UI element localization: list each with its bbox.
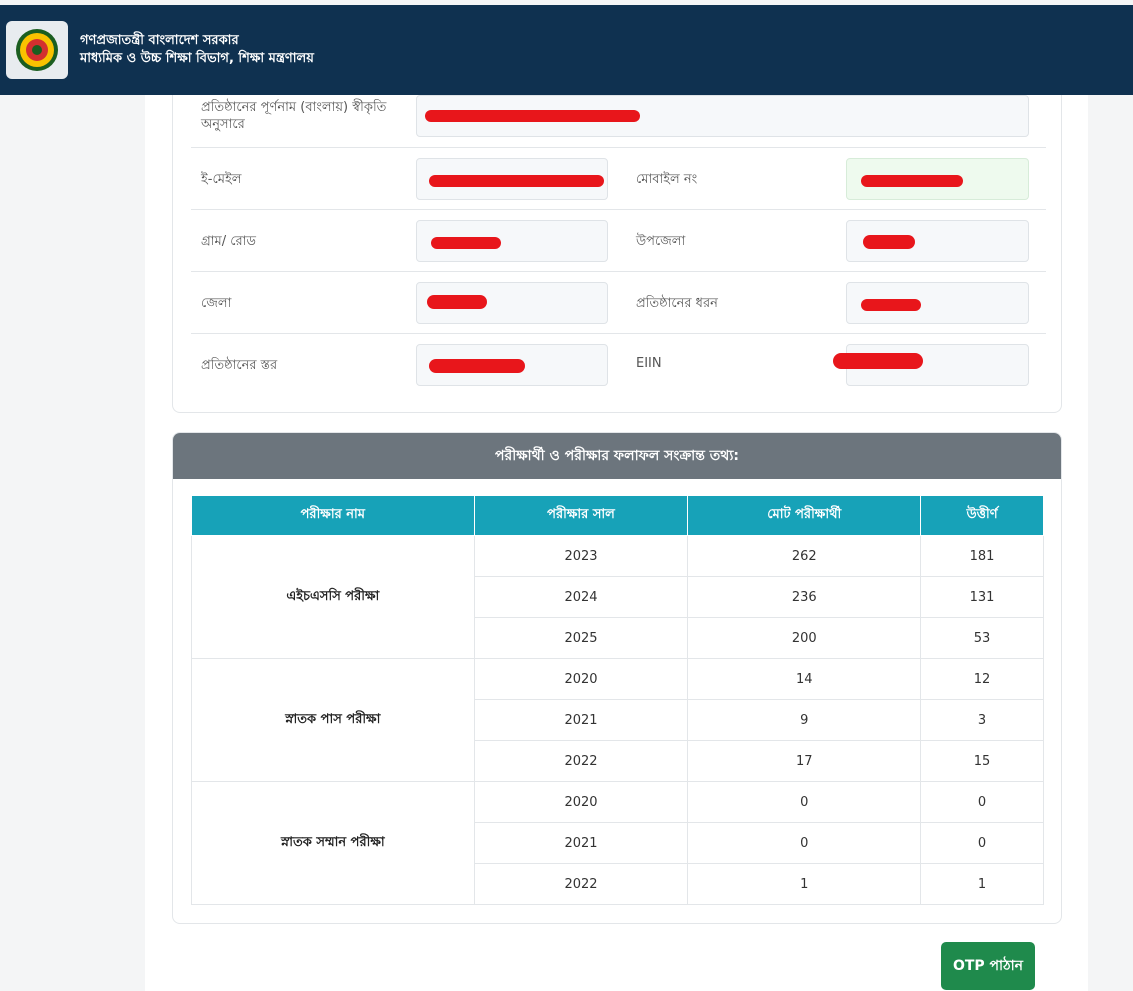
passed-count: 0: [920, 822, 1044, 864]
full-name-label: প্রতিষ্ঠানের পূর্ণনাম (বাংলায়) স্বীকৃতি…: [201, 100, 387, 132]
table-row: এইচএসসি পরীক্ষা 2023 262 181: [191, 535, 1044, 659]
exam-year: 2021: [473, 699, 689, 741]
header-title-line1: গণপ্রজাতন্ত্রী বাংলাদেশ সরকার: [80, 33, 239, 48]
redaction-mark: [427, 295, 487, 309]
mobile-field[interactable]: [846, 158, 1029, 200]
redaction-mark: [861, 175, 963, 187]
bangladesh-govt-seal-icon: [16, 29, 58, 71]
row-district-type: জেলা প্রতিষ্ঠানের ধরন: [191, 271, 1046, 333]
village-label: গ্রাম/ রোড: [201, 234, 257, 249]
upazila-field[interactable]: [846, 220, 1029, 262]
passed-count: 15: [920, 740, 1044, 782]
passed-count: 1: [920, 863, 1044, 905]
type-field[interactable]: [846, 282, 1029, 324]
district-field[interactable]: [416, 282, 608, 324]
exam-name: স্নাতক সম্মান পরীক্ষা: [191, 781, 475, 905]
exam-name: এইচএসসি পরীক্ষা: [191, 535, 475, 659]
exam-year: 2022: [473, 740, 689, 782]
exam-year: 2022: [473, 863, 689, 905]
passed-count: 0: [920, 781, 1044, 823]
redaction-mark: [861, 299, 921, 311]
logo: [6, 21, 68, 79]
total-examinees: 236: [687, 576, 922, 618]
total-examinees: 0: [687, 781, 922, 823]
redaction-mark: [833, 353, 923, 369]
email-field[interactable]: [416, 158, 608, 200]
results-card: পরীক্ষার্থী ও পরীক্ষার ফলাফল সংক্রান্ত ত…: [172, 432, 1062, 924]
eiin-label: EIIN: [636, 356, 662, 371]
table-row: স্নাতক পাস পরীক্ষা 2020 14 12: [191, 658, 1044, 782]
send-otp-button[interactable]: OTP পাঠান: [941, 942, 1035, 990]
main-content: প্রতিষ্ঠানের পূর্ণনাম (বাংলায়) স্বীকৃতি…: [145, 95, 1088, 991]
row-email-mobile: ই-মেইল মোবাইল নং: [191, 147, 1046, 209]
row-village-upazila: গ্রাম/ রোড উপজেলা: [191, 209, 1046, 271]
total-examinees: 1: [687, 863, 922, 905]
redaction-mark: [429, 175, 604, 187]
email-label: ই-মেইল: [201, 172, 242, 187]
institution-info-card: প্রতিষ্ঠানের পূর্ণনাম (বাংলায়) স্বীকৃতি…: [172, 95, 1062, 413]
total-examinees: 262: [687, 535, 922, 577]
exam-year: 2025: [473, 617, 689, 659]
exam-year: 2020: [473, 658, 689, 700]
level-label: প্রতিষ্ঠানের স্তর: [201, 358, 278, 373]
results-table: পরীক্ষার নাম পরীক্ষার সাল মোট পরীক্ষার্থ…: [191, 495, 1044, 905]
row-level-eiin: প্রতিষ্ঠানের স্তর EIIN: [191, 333, 1046, 395]
redaction-mark: [425, 110, 640, 122]
col-total-examinees: মোট পরীক্ষার্থী: [687, 495, 922, 536]
upazila-label: উপজেলা: [636, 234, 686, 249]
results-title: পরীক্ষার্থী ও পরীক্ষার ফলাফল সংক্রান্ত ত…: [173, 433, 1061, 479]
mobile-label: মোবাইল নং: [636, 172, 698, 187]
exam-year: 2023: [473, 535, 689, 577]
table-row: স্নাতক সম্মান পরীক্ষা 2020 0 0: [191, 781, 1044, 905]
table-header-row: পরীক্ষার নাম পরীক্ষার সাল মোট পরীক্ষার্থ…: [191, 495, 1044, 536]
app-header: গণপ্রজাতন্ত্রী বাংলাদেশ সরকার মাধ্যমিক ও…: [0, 5, 1133, 95]
passed-count: 181: [920, 535, 1044, 577]
passed-count: 3: [920, 699, 1044, 741]
exam-year: 2020: [473, 781, 689, 823]
full-name-field[interactable]: [416, 95, 1029, 137]
eiin-field[interactable]: [833, 344, 1029, 386]
exam-year: 2021: [473, 822, 689, 864]
redaction-mark: [431, 237, 501, 249]
total-examinees: 14: [687, 658, 922, 700]
row-full-name: প্রতিষ্ঠানের পূর্ণনাম (বাংলায়) স্বীকৃতি…: [191, 95, 1046, 147]
redaction-mark: [863, 235, 915, 249]
col-exam-name: পরীক্ষার নাম: [191, 495, 475, 536]
exam-name: স্নাতক পাস পরীক্ষা: [191, 658, 475, 782]
total-examinees: 0: [687, 822, 922, 864]
passed-count: 131: [920, 576, 1044, 618]
exam-year: 2024: [473, 576, 689, 618]
district-label: জেলা: [201, 296, 232, 311]
type-label: প্রতিষ্ঠানের ধরন: [636, 296, 718, 311]
level-field[interactable]: [416, 344, 608, 386]
header-title-line2: মাধ্যমিক ও উচ্চ শিক্ষা বিভাগ, শিক্ষা মন্…: [80, 51, 314, 66]
total-examinees: 200: [687, 617, 922, 659]
total-examinees: 9: [687, 699, 922, 741]
total-examinees: 17: [687, 740, 922, 782]
passed-count: 53: [920, 617, 1044, 659]
col-passed: উত্তীর্ণ: [920, 495, 1044, 536]
redaction-mark: [429, 359, 525, 373]
col-exam-year: পরীক্ষার সাল: [473, 495, 689, 536]
passed-count: 12: [920, 658, 1044, 700]
village-field[interactable]: [416, 220, 608, 262]
